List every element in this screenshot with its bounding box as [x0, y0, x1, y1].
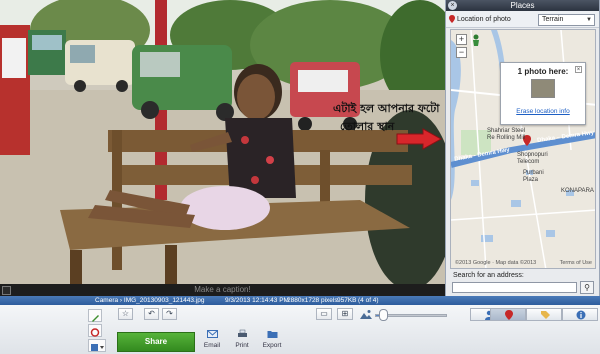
export-button[interactable]: Export	[257, 329, 287, 349]
map-type-value: Terrain	[542, 16, 564, 23]
star-icon[interactable]: ☆	[118, 308, 133, 320]
map-label-steel-mill: Shahriar Steel Re Rolling Mill	[487, 128, 526, 141]
folder-icon	[267, 331, 277, 338]
status-path: Camera › IMG_20130903_121443.jpg	[95, 297, 205, 304]
location-row: Location of photo Terrain ▼	[446, 11, 599, 28]
red-arrow-icon	[396, 128, 443, 150]
actual-size-icon[interactable]: ▭	[316, 308, 332, 320]
info-icon	[576, 310, 586, 320]
places-title: Places	[510, 1, 535, 10]
print-button[interactable]: Print	[227, 329, 257, 349]
export-label: Export	[262, 342, 282, 349]
zoom-mountain-icon	[360, 310, 372, 319]
chevron-down-icon: ▼	[586, 17, 592, 23]
share-button[interactable]: Share	[117, 332, 195, 352]
save-dropdown-icon[interactable]	[88, 339, 106, 352]
street-view-pegman-icon[interactable]	[471, 34, 481, 46]
popup-close-icon[interactable]: ×	[575, 66, 582, 73]
pencil-icon[interactable]	[88, 309, 102, 322]
photo-viewer-window: এটাই হল আপনার ফটো তোলার স্থান Make a cap…	[0, 0, 600, 354]
rotate-left-icon[interactable]: ↶	[144, 308, 159, 320]
search-icon[interactable]: ⚲	[580, 281, 594, 294]
places-panel: × Places Location of photo Terrain ▼ + −…	[445, 0, 600, 296]
zoom-in-button[interactable]: +	[456, 34, 467, 45]
map-label-shopnopuri: Shopnopuri Telecom	[517, 152, 548, 165]
photo-overlay-text-line2: তোলার স্থান	[340, 120, 395, 133]
close-icon[interactable]: ×	[448, 1, 457, 10]
photo-image	[0, 0, 445, 284]
photo-view[interactable]: এটাই হল আপনার ফটো তোলার স্থান	[0, 0, 445, 284]
status-dimensions: 2880x1728 pixels	[287, 297, 338, 304]
zoom-slider-thumb[interactable]	[379, 309, 389, 321]
photo-overlay-text-line1: এটাই হল আপনার ফটো	[333, 102, 440, 115]
map-pin-icon	[505, 310, 513, 320]
address-search-input[interactable]	[452, 282, 577, 293]
status-filesize: 957KB	[337, 297, 357, 304]
erase-location-link[interactable]: Erase location info	[501, 108, 585, 115]
popup-title: 1 photo here:	[517, 67, 569, 76]
printer-icon	[237, 329, 247, 337]
tags-tab[interactable]	[526, 308, 562, 321]
places-title-bar: × Places	[446, 0, 599, 11]
fit-to-window-icon[interactable]: ⊞	[337, 308, 353, 320]
map-copyright: ©2013 Google · Map data ©2013	[455, 260, 537, 266]
rotate-right-icon[interactable]: ↷	[162, 308, 177, 320]
location-label: Location of photo	[457, 16, 511, 23]
envelope-icon	[206, 330, 218, 338]
map-label-konapara: KONAPARA	[561, 188, 594, 194]
map-view[interactable]: + − 1 photo here: × Erase location info …	[450, 29, 596, 269]
email-label: Email	[203, 342, 221, 349]
map-type-dropdown[interactable]: Terrain ▼	[538, 14, 595, 26]
info-tab[interactable]	[562, 308, 598, 321]
map-terms-link[interactable]: Terms of Use	[560, 260, 592, 266]
status-datetime: 9/3/2013 12:14:43 PM	[225, 297, 289, 304]
status-bar: Camera › IMG_20130903_121443.jpg 9/3/201…	[0, 296, 600, 305]
email-button[interactable]: Email	[197, 329, 227, 349]
toolbar: ☆ ↶ ↷ Share Email Print Export ▭ ⊞	[0, 305, 600, 354]
photo-location-popup: 1 photo here: × Erase location info	[500, 62, 586, 125]
places-tab[interactable]	[490, 308, 526, 321]
caption-field[interactable]: Make a caption!	[0, 284, 445, 296]
address-search-label: Search for an address:	[453, 272, 524, 279]
cancel-icon[interactable]	[88, 324, 102, 337]
status-position: (4 of 4)	[358, 297, 379, 304]
photo-thumbnail[interactable]	[531, 79, 555, 98]
tag-icon	[541, 311, 550, 319]
map-label-purbani: Purbani Plaza	[523, 170, 544, 183]
zoom-out-button[interactable]: −	[456, 47, 467, 58]
print-label: Print	[235, 342, 249, 349]
map-pin-icon	[449, 15, 455, 23]
